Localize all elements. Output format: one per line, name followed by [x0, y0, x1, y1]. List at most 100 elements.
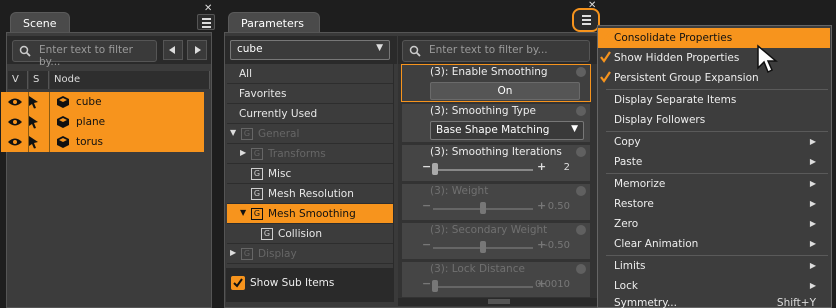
cursor-icon[interactable] [28, 115, 40, 129]
menu-item-display-separate-items[interactable]: Display Separate Items [598, 90, 830, 110]
smoothing-iterations-slider[interactable] [433, 169, 533, 171]
slider-handle[interactable] [432, 280, 438, 292]
menu-item-memorize[interactable]: Memorize ▶ [598, 174, 830, 194]
eye-icon[interactable] [7, 97, 23, 107]
node-dropdown[interactable]: cube ▼ [230, 40, 390, 60]
parameters-options-button[interactable] [572, 8, 600, 32]
column-divider [49, 92, 50, 152]
checkmark-icon [600, 71, 611, 83]
gear-icon[interactable] [576, 225, 586, 235]
submenu-arrow-icon: ▶ [809, 137, 816, 146]
scroll-grip[interactable] [488, 299, 510, 304]
scene-row[interactable]: plane [1, 112, 204, 132]
plus-icon[interactable]: + [537, 160, 546, 173]
tree-item-mesh-smoothing[interactable]: ▼ G Mesh Smoothing [227, 204, 393, 224]
menu-item-paste[interactable]: Paste ▶ [598, 152, 830, 172]
menu-item-show-hidden-properties[interactable]: Show Hidden Properties [598, 48, 830, 68]
tree-item-display[interactable]: ▶ G Display [227, 244, 393, 264]
arrow-left-icon [169, 46, 175, 54]
enable-smoothing-toggle[interactable]: On [430, 82, 580, 100]
cursor-icon[interactable] [28, 135, 40, 149]
submenu-arrow-icon: ▶ [809, 219, 816, 228]
close-parameters-icon[interactable]: ✕ [588, 0, 596, 11]
submenu-arrow-icon: ▶ [809, 199, 816, 208]
menu-item-persistent-group-expansion[interactable]: Persistent Group Expansion [598, 68, 830, 88]
secondary-weight-property: (3): Secondary Weight − + -0.50 [401, 222, 591, 260]
group-icon: G [251, 208, 263, 220]
menu-item-symmetry[interactable]: Symmetry... Shift+Y [598, 296, 830, 308]
group-icon: G [251, 188, 263, 200]
minus-icon[interactable]: − [422, 277, 431, 290]
param-filter-input[interactable]: Enter text to filter by... [402, 40, 590, 62]
slider-handle[interactable] [480, 202, 486, 214]
tree-item-misc[interactable]: G Misc [227, 164, 393, 184]
menu-item-lock[interactable]: Lock ▶ [598, 276, 830, 296]
collapse-icon[interactable]: ▼ [240, 208, 246, 217]
menu-item-restore[interactable]: Restore ▶ [598, 194, 830, 214]
scene-collapse-button[interactable] [163, 40, 183, 60]
group-icon: G [251, 148, 263, 160]
tree-item-currently-used[interactable]: Currently Used [227, 104, 393, 124]
scene-options-icon[interactable] [197, 14, 215, 30]
scene-row[interactable]: cube [1, 92, 204, 112]
cursor-icon[interactable] [28, 95, 40, 109]
smoothing-type-dropdown[interactable]: Base Shape Matching ▼ [430, 121, 584, 140]
column-divider [28, 92, 29, 152]
gear-icon[interactable] [576, 67, 586, 77]
checkmark-icon [600, 51, 611, 63]
group-icon: G [251, 168, 263, 180]
menu-lines-icon [578, 12, 596, 28]
submenu-arrow-icon: ▶ [809, 157, 816, 166]
menu-item-consolidate-properties[interactable]: Consolidate Properties [598, 28, 830, 48]
minus-icon[interactable]: − [422, 199, 431, 212]
menu-item-copy[interactable]: Copy ▶ [598, 132, 830, 152]
weight-property: (3): Weight − + 0.50 [401, 183, 591, 221]
expand-icon[interactable]: ▶ [230, 248, 236, 257]
menu-item-display-followers[interactable]: Display Followers [598, 110, 830, 130]
scene-row[interactable]: torus [1, 132, 204, 152]
lock-distance-slider[interactable] [433, 286, 533, 288]
show-sub-items-label: Show Sub Items [250, 277, 335, 289]
tree-item-collision[interactable]: G Collision [227, 224, 393, 244]
group-icon: G [261, 228, 273, 240]
gear-icon[interactable] [576, 147, 586, 157]
tree-item-mesh-resolution[interactable]: G Mesh Resolution [227, 184, 393, 204]
gear-icon[interactable] [576, 106, 586, 116]
search-icon [409, 45, 421, 57]
slider-handle[interactable] [432, 163, 438, 175]
plus-icon[interactable]: + [537, 199, 546, 212]
scene-empty-area[interactable] [7, 152, 211, 302]
scene-tab[interactable]: Scene [10, 12, 70, 34]
smoothing-type-property: (3): Smoothing Type Base Shape Matching … [401, 103, 591, 143]
gear-icon[interactable] [576, 186, 586, 196]
tree-item-favorites[interactable]: Favorites [227, 84, 393, 104]
submenu-arrow-icon: ▶ [809, 239, 816, 248]
eye-icon[interactable] [7, 137, 23, 147]
menu-item-limits[interactable]: Limits ▶ [598, 256, 830, 276]
scene-expand-button[interactable] [187, 40, 207, 60]
close-scene-icon[interactable]: ✕ [204, 3, 212, 14]
menu-item-zero[interactable]: Zero ▶ [598, 214, 830, 234]
show-sub-items-checkbox[interactable] [231, 276, 245, 290]
chevron-down-icon: ▼ [571, 124, 578, 134]
menu-item-clear-animation[interactable]: Clear Animation ▶ [598, 234, 830, 254]
eye-icon[interactable] [7, 117, 23, 127]
scene-filter-input[interactable]: Enter text to filter by... [12, 40, 157, 68]
parameters-tab[interactable]: Parameters [228, 12, 320, 34]
check-icon [233, 278, 243, 288]
column-node[interactable]: Node [50, 71, 210, 89]
tree-item-transforms[interactable]: ▶ G Transforms [227, 144, 393, 164]
tree-item-general[interactable]: ▼ G General [227, 124, 393, 144]
property-scrollbar[interactable] [398, 298, 597, 306]
slider-handle[interactable] [480, 241, 486, 253]
tree-item-all[interactable]: All [227, 64, 393, 84]
minus-icon[interactable]: − [422, 238, 431, 251]
collapse-icon[interactable]: ▼ [230, 128, 236, 137]
gear-icon[interactable] [576, 264, 586, 274]
expand-icon[interactable]: ▶ [240, 148, 246, 157]
chevron-down-icon: ▼ [376, 43, 383, 53]
minus-icon[interactable]: − [422, 160, 431, 173]
column-visible[interactable]: V [8, 71, 28, 89]
lock-distance-property: (3): Lock Distance − + 0.0010 [401, 261, 591, 298]
column-selectable[interactable]: S [29, 71, 49, 89]
